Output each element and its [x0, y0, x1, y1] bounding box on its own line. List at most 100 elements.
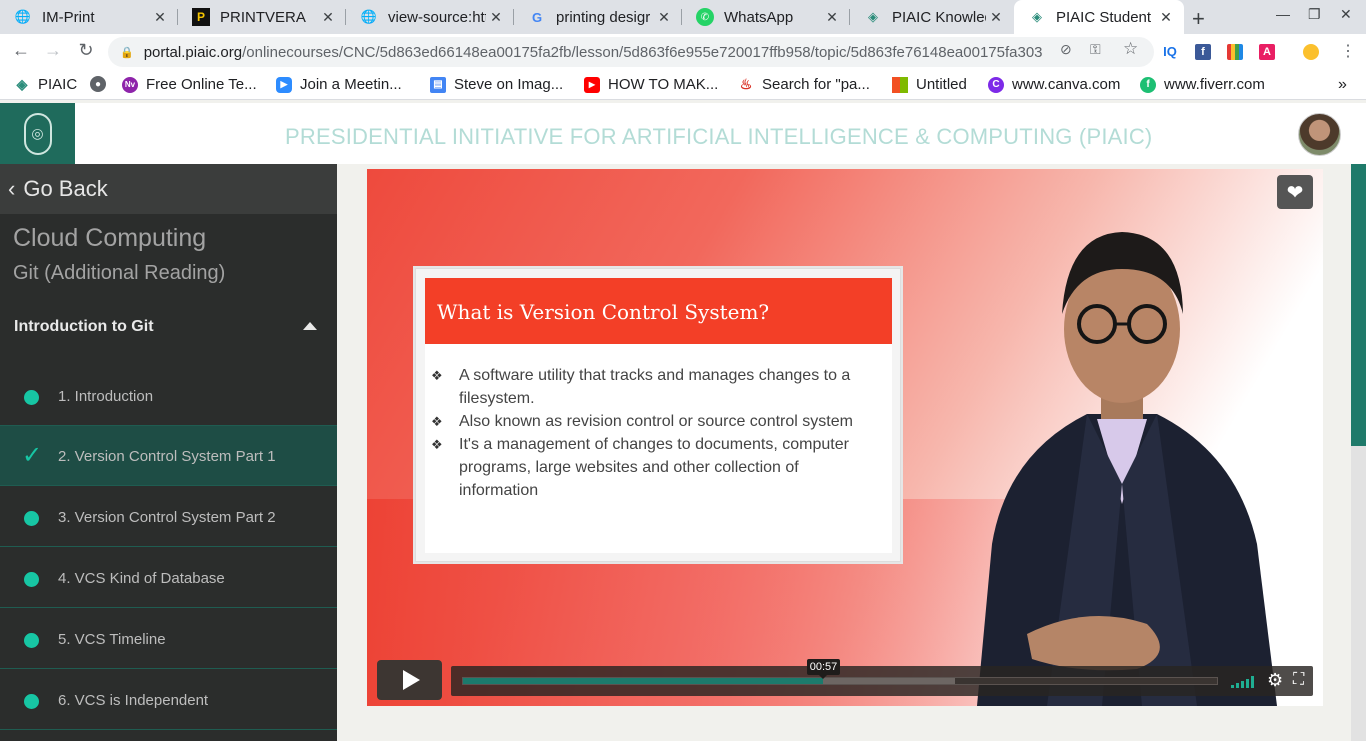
tab-title: WhatsApp [724, 8, 794, 26]
doc-icon: ▤ [430, 76, 446, 93]
printvera-icon: P [192, 8, 210, 26]
restore-window-icon[interactable]: ❐ [1308, 6, 1321, 23]
color-extension-icon[interactable] [1227, 44, 1243, 60]
lesson-item-6[interactable]: 6. VCS is Independent [0, 670, 337, 730]
piaic-icon: ◈ [1032, 9, 1042, 24]
scrollbar-thumb[interactable] [1351, 164, 1366, 446]
bookmark-canva[interactable]: C www.canva.com [988, 76, 1120, 93]
lesson-item-2[interactable]: ✓ 2. Version Control System Part 1 [0, 426, 337, 486]
google-icon: G [531, 9, 543, 25]
piaic-logo[interactable]: ◎ [0, 103, 75, 164]
like-heart-button[interactable]: ❤ [1277, 175, 1313, 209]
checkmark-icon: ✓ [22, 442, 43, 469]
adobe-extension-icon[interactable]: A [1259, 44, 1275, 60]
content-below-video [367, 706, 1323, 741]
slide-header: What is Version Control System? [425, 278, 892, 344]
close-icon[interactable]: ✕ [486, 9, 506, 26]
section-header-introduction-to-git[interactable]: Introduction to Git [0, 314, 337, 340]
tab-piaic-student-portal[interactable]: ◈ PIAIC Student P ✕ [1014, 0, 1184, 34]
fullscreen-icon[interactable]: ⛶ [1293, 671, 1304, 689]
key-icon[interactable]: ⚿ [1090, 41, 1101, 58]
bookmark-piaic[interactable]: ◈ PIAIC [14, 76, 78, 93]
close-icon[interactable]: ✕ [318, 9, 338, 26]
diamond-bullet-icon: ❖ [431, 368, 443, 383]
bookmark-free-online-test[interactable]: Nv Free Online Te... [122, 76, 257, 93]
more-bookmarks-icon[interactable]: » [1338, 76, 1347, 94]
progress-played [463, 678, 823, 684]
tab-whatsapp[interactable]: ✆ WhatsApp ✕ [682, 0, 850, 34]
tab-title: view-source:htt [388, 8, 486, 26]
browser-tab-strip: 🌐 IM-Print ✕ P PRINTVERA ✕ 🌐 view-source… [0, 0, 1366, 34]
video-controls: ⚙ ⛶ [377, 658, 1313, 704]
status-dot-icon [24, 390, 39, 405]
piaic-icon: ◈ [868, 9, 878, 24]
blocked-content-icon[interactable]: ⊘ [1060, 41, 1072, 58]
caret-up-icon [303, 322, 317, 330]
bookmark-zoom-meeting[interactable]: ▶ Join a Meetin... [276, 76, 402, 93]
avatar[interactable] [1298, 113, 1341, 156]
new-tab-button[interactable]: + [1192, 6, 1205, 32]
close-icon[interactable]: ✕ [654, 9, 674, 26]
piaic-emblem-icon: ◎ [23, 112, 52, 155]
tab-printvera[interactable]: P PRINTVERA ✕ [178, 0, 346, 34]
lesson-item-3[interactable]: 3. Version Control System Part 2 [0, 487, 337, 547]
iq-extension-icon[interactable]: IQ [1162, 44, 1178, 60]
close-window-icon[interactable]: ✕ [1340, 6, 1352, 23]
address-bar[interactable]: 🔒 portal.piaic.org/onlinecourses/CNC/5d8… [108, 37, 1154, 67]
go-back-button[interactable]: ‹ Go Back [0, 164, 337, 214]
video-player[interactable]: ❤ What is Version Control System? ❖ A so… [367, 169, 1323, 706]
forward-arrow-icon[interactable]: → [42, 40, 64, 61]
lock-icon: 🔒 [120, 46, 134, 59]
minimize-window-icon[interactable]: — [1276, 6, 1290, 22]
progress-track[interactable] [462, 677, 1218, 685]
tab-title: IM-Print [42, 8, 95, 26]
zoom-icon: ▶ [276, 76, 292, 93]
heart-icon: ❤ [1286, 181, 1304, 204]
more-menu-icon[interactable]: ⋮ [1340, 41, 1356, 61]
go-back-label: Go Back [23, 176, 108, 201]
play-button[interactable] [377, 660, 442, 700]
fire-icon: ♨ [739, 76, 753, 92]
close-icon[interactable]: ✕ [986, 9, 1006, 26]
bookmark-youtube[interactable]: ▶ HOW TO MAK... [584, 76, 718, 93]
fiverr-icon: f [1140, 76, 1156, 93]
lesson-label: 6. VCS is Independent [58, 692, 209, 709]
bookmark-fiverr[interactable]: f www.fiverr.com [1140, 76, 1265, 93]
url-path: /onlinecourses/CNC/5d863ed66148ea00175fa… [242, 43, 1043, 61]
volume-icon[interactable] [1231, 676, 1255, 688]
time-tooltip: 00:57 [807, 659, 840, 679]
tab-google-search[interactable]: G printing desigr ✕ [514, 0, 682, 34]
bookmark-steve-on-image[interactable]: ▤ Steve on Imag... [430, 76, 563, 93]
reload-icon[interactable]: ↻ [75, 40, 97, 61]
star-bookmark-icon[interactable]: ☆ [1123, 39, 1138, 59]
gear-icon[interactable]: ⚙ [1267, 670, 1283, 691]
sidebar: ‹ Go Back Cloud Computing Git (Additiona… [0, 164, 337, 741]
lesson-item-4[interactable]: 4. VCS Kind of Database [0, 548, 337, 608]
bookmark-search-pa[interactable]: ♨ Search for "pa... [738, 76, 870, 93]
tab-im-print[interactable]: 🌐 IM-Print ✕ [0, 0, 178, 34]
bulb-extension-icon[interactable] [1303, 44, 1319, 60]
close-icon[interactable]: ✕ [822, 9, 842, 26]
slide-title: What is Version Control System? [437, 300, 770, 324]
bookmark-untitled[interactable]: Untitled [892, 76, 967, 93]
lesson-item-1[interactable]: 1. Introduction [0, 366, 337, 426]
course-title: Cloud Computing [13, 224, 207, 252]
close-icon[interactable]: ✕ [1156, 9, 1176, 26]
tab-title: PIAIC Knowledg [892, 8, 986, 26]
globe-icon: 🌐 [14, 9, 32, 24]
control-bar: ⚙ ⛶ [451, 666, 1313, 696]
lesson-item-5[interactable]: 5. VCS Timeline [0, 609, 337, 669]
youtube-icon: ▶ [584, 76, 600, 93]
facebook-extension-icon[interactable]: f [1195, 44, 1211, 60]
tab-piaic-knowledge[interactable]: ◈ PIAIC Knowledg ✕ [850, 0, 1014, 34]
tab-view-source[interactable]: 🌐 view-source:htt ✕ [346, 0, 514, 34]
diamond-bullet-icon: ❖ [431, 437, 443, 452]
bookmark-globe[interactable]: ● [90, 76, 114, 92]
bookmarks-bar: ◈ PIAIC ● Nv Free Online Te... ▶ Join a … [0, 70, 1366, 100]
course-subtitle: Git (Additional Reading) [13, 262, 226, 284]
lesson-label: 2. Version Control System Part 1 [58, 448, 276, 465]
close-icon[interactable]: ✕ [150, 9, 170, 26]
status-dot-icon [24, 633, 39, 648]
page-title: PRESIDENTIAL INITIATIVE FOR ARTIFICIAL I… [285, 124, 1153, 149]
back-arrow-icon[interactable]: ← [10, 40, 32, 61]
